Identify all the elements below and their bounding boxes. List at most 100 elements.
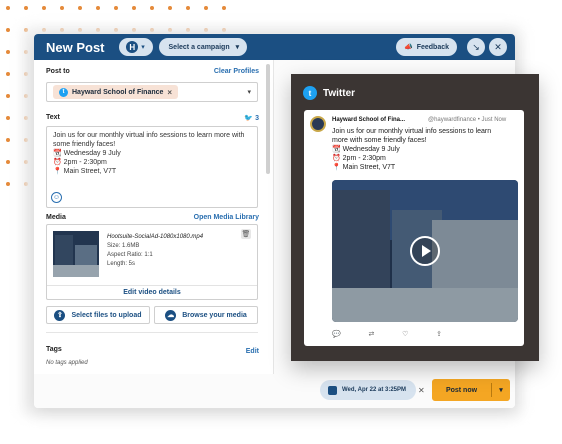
campaign-select[interactable]: Select a campaign ▾	[158, 38, 248, 56]
media-meta: Hootsuite-SocialAd-1080x1080.mp4 Size: 1…	[107, 233, 203, 269]
text-line: Join us for our monthly virtual info ses…	[53, 132, 245, 139]
clear-schedule-icon[interactable]: ✕	[418, 386, 425, 395]
tweet-actions: 💬 ⇄ ♡ ⇪	[332, 330, 442, 338]
tweet-line: ⏰ 2pm - 2:30pm	[332, 155, 386, 162]
chevron-down-icon: ▾	[141, 44, 145, 51]
no-tags-text: No tags applied	[46, 360, 88, 366]
delete-media-button[interactable]: 🗑	[241, 229, 251, 239]
post-now-label: Post now	[445, 386, 478, 394]
decorative-dot	[6, 94, 10, 98]
tweet-line: 📍 Main Street, V7T	[332, 164, 396, 171]
text-line: ⏰ 2pm - 2:30pm	[53, 159, 107, 166]
tweet-author-name: Hayward School of Fina...	[332, 117, 406, 123]
twitter-icon: t	[59, 87, 68, 97]
decorative-dot	[186, 6, 190, 10]
browse-media-label: Browse your media	[182, 311, 247, 319]
browse-media-button[interactable]: ☁ Browse your media	[154, 306, 258, 324]
close-button[interactable]: ✕	[489, 38, 507, 56]
chevron-down-icon[interactable]: ▾	[247, 88, 251, 96]
tweet-handle: @haywardfinance • Just Now	[428, 117, 507, 123]
decorative-dot	[222, 6, 226, 10]
decorative-dot	[204, 6, 208, 10]
decorative-dot	[96, 6, 100, 10]
schedule-date-label: Wed, Apr 22 at 3:25PM	[342, 387, 407, 393]
decorative-dot	[24, 6, 28, 10]
media-length: Length: 5s	[107, 261, 136, 267]
compose-panel: Post to Clear Profiles t Hayward School …	[34, 60, 274, 374]
media-filename: Hootsuite-SocialAd-1080x1080.mp4	[107, 234, 204, 240]
retweet-icon: ⇄	[368, 331, 375, 338]
preview-network-label: Twitter	[323, 87, 356, 99]
character-count: 🐦 3	[244, 114, 259, 122]
share-icon: ⇪	[436, 331, 442, 338]
emoji-button[interactable]: ☺	[51, 192, 62, 203]
feedback-label: Feedback	[416, 43, 449, 51]
feedback-button[interactable]: 📣 Feedback	[395, 38, 457, 56]
decorative-dot	[6, 182, 10, 186]
decorative-dot	[168, 6, 172, 10]
profile-chip-label: Hayward School of Finance	[72, 88, 164, 96]
character-count-value: 3	[255, 115, 259, 122]
upload-icon: ⇪	[54, 309, 66, 321]
media-attachment: Hootsuite-SocialAd-1080x1080.mp4 Size: 1…	[46, 224, 258, 300]
decorative-dot	[78, 6, 82, 10]
campaign-select-label: Select a campaign	[168, 43, 230, 51]
video-thumbnail[interactable]	[53, 231, 99, 277]
decorative-dot	[6, 50, 10, 54]
select-files-button[interactable]: ⇪ Select files to upload	[46, 306, 150, 324]
tags-label: Tags	[46, 346, 62, 353]
twitter-small-icon: 🐦	[244, 115, 254, 122]
clear-profiles-link[interactable]: Clear Profiles	[214, 68, 259, 75]
minimize-button[interactable]: ↘	[467, 38, 485, 56]
tweet-video[interactable]	[332, 180, 518, 322]
decorative-dot	[6, 72, 10, 76]
edit-video-details-button[interactable]: Edit video details	[47, 285, 257, 299]
select-files-label: Select files to upload	[71, 311, 142, 319]
smile-icon: ☺	[52, 194, 61, 201]
edit-tags-link[interactable]: Edit	[246, 348, 259, 355]
footer-bar: Wed, Apr 22 at 3:25PM ✕ Post now ▾	[274, 374, 515, 408]
remove-profile-icon[interactable]: ×	[167, 88, 172, 97]
chevron-down-icon: ▾	[235, 44, 240, 51]
account-switcher[interactable]: H ▾	[118, 38, 153, 56]
tweet-line: Join us for our monthly virtual info ses…	[332, 128, 492, 135]
decorative-dot	[6, 6, 10, 10]
decorative-dot	[114, 6, 118, 10]
play-icon[interactable]	[410, 236, 440, 266]
text-line: 📍 Main Street, V7T	[53, 168, 117, 175]
top-bar: New Post H ▾ Select a campaign ▾ 📣 Feedb…	[34, 34, 515, 60]
chevron-down-icon[interactable]: ▾	[492, 386, 510, 394]
window-title: New Post	[46, 39, 105, 55]
divider	[46, 332, 258, 333]
like-icon: ♡	[402, 331, 409, 338]
megaphone-icon: 📣	[403, 44, 413, 51]
preview-header: t Twitter	[303, 86, 355, 100]
post-to-label: Post to	[46, 68, 70, 75]
open-media-library-link[interactable]: Open Media Library	[194, 214, 259, 221]
scrollbar[interactable]	[266, 64, 270, 174]
profile-avatar	[310, 116, 326, 132]
close-icon: ✕	[494, 41, 502, 52]
profile-picker[interactable]: t Hayward School of Finance × ▾	[46, 82, 258, 102]
decorative-dot	[6, 116, 10, 120]
schedule-date-button[interactable]: Wed, Apr 22 at 3:25PM	[320, 380, 416, 400]
decorative-dot	[6, 160, 10, 164]
text-line: 📆 Wednesday 9 July	[53, 150, 121, 157]
trash-icon: 🗑	[241, 231, 251, 238]
minimize-icon: ↘	[472, 41, 480, 52]
text-line: some friendly faces!	[53, 141, 116, 148]
tweet-card: Hayward School of Fina... @haywardfinanc…	[304, 110, 524, 346]
tweet-text: Join us for our monthly virtual info ses…	[332, 127, 518, 172]
decorative-dot	[6, 28, 10, 32]
post-now-button[interactable]: Post now ▾	[432, 379, 510, 401]
text-label: Text	[46, 114, 60, 121]
twitter-icon: t	[303, 86, 317, 100]
media-aspect: Aspect Ratio: 1:1	[107, 252, 153, 258]
media-label: Media	[46, 214, 66, 221]
screenshot: New Post H ▾ Select a campaign ▾ 📣 Feedb…	[0, 0, 562, 444]
account-avatar: H	[126, 41, 139, 53]
tweet-line: more with some friendly faces!	[332, 137, 427, 144]
post-text-editor[interactable]: Join us for our monthly virtual info ses…	[46, 126, 258, 208]
twitter-preview-panel: t Twitter Hayward School of Fina... @hay…	[291, 74, 539, 361]
decorative-dot	[150, 6, 154, 10]
